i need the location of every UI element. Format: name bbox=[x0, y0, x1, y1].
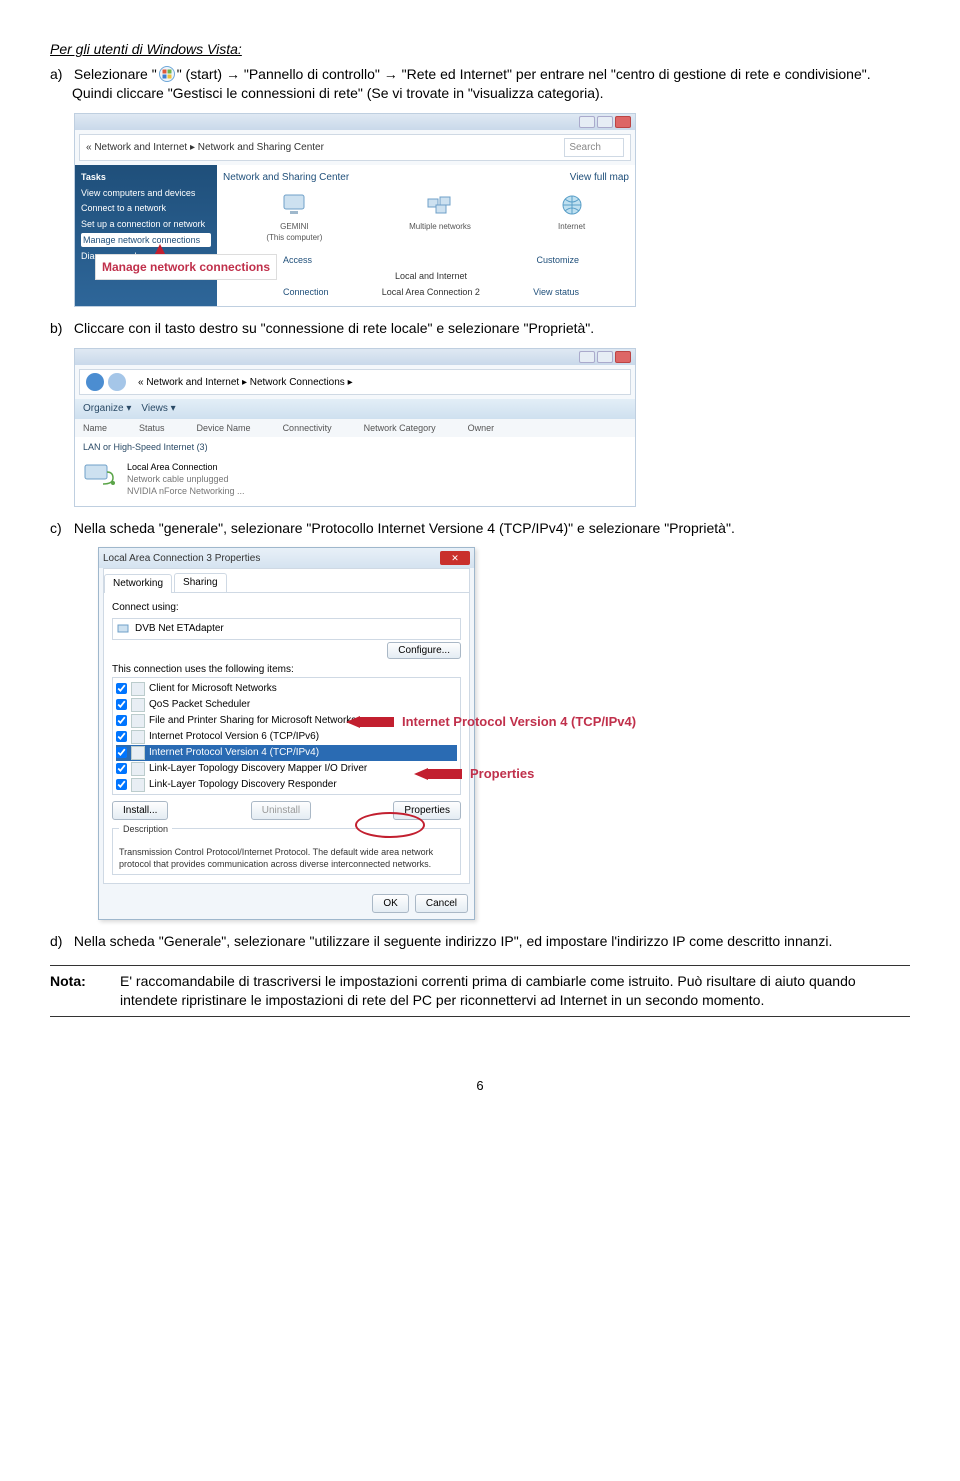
close-icon[interactable]: ✕ bbox=[440, 551, 470, 565]
ss1-titlebar bbox=[75, 114, 635, 130]
sidebar-item[interactable]: Connect to a network bbox=[81, 202, 211, 214]
item-status: Network cable unplugged bbox=[127, 473, 245, 485]
connect-using-label: Connect using: bbox=[112, 601, 461, 615]
step-c-text: Nella scheda "generale", selezionare "Pr… bbox=[74, 520, 735, 536]
note-label: Nota: bbox=[50, 972, 120, 1010]
list-label: This connection uses the following items… bbox=[112, 663, 461, 677]
screenshot-network-sharing-center: « Network and Internet ▸ Network and Sha… bbox=[74, 113, 636, 308]
forward-icon[interactable] bbox=[108, 373, 126, 391]
ss2-titlebar bbox=[75, 349, 635, 365]
organize-button[interactable]: Organize ▾ bbox=[83, 402, 131, 416]
components-listbox[interactable]: Client for Microsoft Networks QoS Packet… bbox=[112, 677, 461, 795]
ss2-toolbar: Organize ▾ Views ▾ bbox=[75, 399, 635, 419]
tab-networking[interactable]: Networking bbox=[104, 574, 172, 593]
sidebar-item[interactable]: Set up a connection or network bbox=[81, 218, 211, 230]
ok-button[interactable]: OK bbox=[372, 894, 408, 914]
close-icon[interactable] bbox=[615, 351, 631, 363]
step-b-label: b) bbox=[50, 319, 70, 338]
minimize-icon[interactable] bbox=[579, 116, 595, 128]
device-internet: Internet bbox=[558, 193, 586, 244]
close-icon[interactable] bbox=[615, 116, 631, 128]
note-body: E' raccomandabile di trascriversi le imp… bbox=[120, 972, 910, 1010]
ss1-main-header: Network and Sharing Center bbox=[223, 171, 349, 185]
adapter-field: DVB Net ETAdapter bbox=[112, 618, 461, 640]
windows-start-icon bbox=[159, 66, 175, 82]
list-item: QoS Packet Scheduler bbox=[116, 697, 457, 713]
screenshot-connection-properties: Local Area Connection 3 Properties ✕ Net… bbox=[98, 547, 475, 920]
step-d-label: d) bbox=[50, 932, 70, 951]
step-b: b) Cliccare con il tasto destro su "conn… bbox=[72, 319, 910, 338]
step-a: a) Selezionare "" (start) → "Pannello di… bbox=[72, 65, 910, 103]
ss2-path: « Network and Internet ▸ Network Connect… bbox=[138, 376, 353, 390]
cancel-button[interactable]: Cancel bbox=[415, 894, 468, 914]
description-box: Description Transmission Control Protoco… bbox=[112, 828, 461, 874]
properties-button[interactable]: Properties bbox=[393, 801, 461, 821]
ss1-search-input[interactable]: Search bbox=[564, 138, 624, 158]
screenshot-network-connections: « Network and Internet ▸ Network Connect… bbox=[74, 348, 636, 506]
item-device: NVIDIA nForce Networking ... bbox=[127, 485, 245, 497]
ss1-tasks-header: Tasks bbox=[81, 171, 211, 183]
step-a-label: a) bbox=[50, 65, 70, 84]
device-multiple-networks: Multiple networks bbox=[409, 193, 471, 244]
install-button[interactable]: Install... bbox=[112, 801, 168, 821]
ss2-columns: NameStatusDevice Name ConnectivityNetwor… bbox=[75, 419, 635, 437]
maximize-icon[interactable] bbox=[597, 116, 613, 128]
back-icon[interactable] bbox=[86, 373, 104, 391]
ss1-main: Network and Sharing Center View full map… bbox=[217, 165, 635, 306]
ss2-group-header: LAN or High-Speed Internet (3) bbox=[75, 437, 635, 457]
tab-sharing[interactable]: Sharing bbox=[174, 573, 226, 592]
views-button[interactable]: Views ▾ bbox=[141, 402, 175, 416]
list-item-tcpipv4[interactable]: Internet Protocol Version 4 (TCP/IPv4) bbox=[116, 745, 457, 761]
list-item: Link-Layer Topology Discovery Mapper I/O… bbox=[116, 761, 457, 777]
list-item: Internet Protocol Version 6 (TCP/IPv6) bbox=[116, 729, 457, 745]
callout-manage-network-connections: Manage network connections bbox=[95, 254, 277, 280]
ss2-breadcrumb: « Network and Internet ▸ Network Connect… bbox=[79, 369, 631, 395]
step-c: c) Nella scheda "generale", selezionare … bbox=[72, 519, 910, 538]
list-item: Link-Layer Topology Discovery Responder bbox=[116, 777, 457, 793]
uninstall-button: Uninstall bbox=[251, 801, 311, 821]
callout-properties: Properties bbox=[414, 765, 534, 783]
ss1-sidebar: Tasks View computers and devices Connect… bbox=[75, 165, 217, 306]
connection-item-local-area[interactable]: Local Area Connection Network cable unpl… bbox=[75, 457, 635, 505]
ss3-titlebar: Local Area Connection 3 Properties ✕ bbox=[99, 548, 474, 568]
network-adapter-icon bbox=[83, 461, 119, 489]
item-name: Local Area Connection bbox=[127, 461, 245, 473]
section-title: Per gli utenti di Windows Vista: bbox=[50, 40, 910, 59]
minimize-icon[interactable] bbox=[579, 351, 595, 363]
step-a-text-2: " (start) → "Pannello di controllo" → "R… bbox=[72, 66, 871, 101]
ss1-breadcrumb: « Network and Internet ▸ Network and Sha… bbox=[79, 134, 631, 162]
sidebar-item-manage-connections[interactable]: Manage network connections bbox=[81, 233, 211, 247]
note-block: Nota: E' raccomandabile di trascriversi … bbox=[50, 965, 910, 1017]
maximize-icon[interactable] bbox=[597, 351, 613, 363]
configure-button[interactable]: Configure... bbox=[387, 642, 461, 659]
step-c-label: c) bbox=[50, 519, 70, 538]
ss1-view-full-map[interactable]: View full map bbox=[570, 171, 629, 185]
step-d: d) Nella scheda "Generale", selezionare … bbox=[72, 932, 910, 951]
page-number: 6 bbox=[50, 1077, 910, 1095]
step-a-text-1: Selezionare " bbox=[74, 66, 157, 82]
device-this-computer: GEMINI(This computer) bbox=[266, 193, 322, 244]
step-b-text: Cliccare con il tasto destro su "conness… bbox=[74, 320, 594, 336]
callout-ipv4: Internet Protocol Version 4 (TCP/IPv4) bbox=[346, 713, 636, 731]
list-item: Client for Microsoft Networks bbox=[116, 681, 457, 697]
ss1-path: « Network and Internet ▸ Network and Sha… bbox=[86, 141, 324, 155]
sidebar-item[interactable]: View computers and devices bbox=[81, 187, 211, 199]
adapter-icon bbox=[117, 623, 129, 635]
step-d-text: Nella scheda "Generale", selezionare "ut… bbox=[74, 933, 832, 949]
ss3-title: Local Area Connection 3 Properties bbox=[103, 552, 260, 566]
